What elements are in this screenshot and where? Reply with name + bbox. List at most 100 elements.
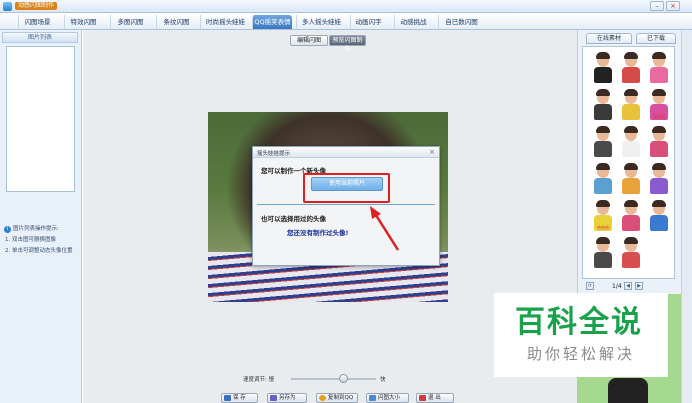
sticker-item[interactable]: 哈哈哈 (588, 199, 618, 234)
sticker-item[interactable] (616, 125, 646, 160)
bobblehead-dialog: 摇头娃娃提示 × 您可以制作一个新头像 使用当前照片 也可以选择用过的头像 您还… (252, 146, 440, 266)
sticker-hair (652, 163, 666, 170)
edit-mode-button[interactable]: 编辑闪图 (290, 35, 328, 46)
sticker-hair (596, 52, 610, 59)
sticker-body (622, 141, 640, 157)
sticker-hair (596, 200, 610, 207)
tab-bobblehead[interactable]: 时尚摇头娃娃 (200, 15, 250, 29)
image-list-header: 图片列表 (2, 32, 78, 43)
sticker-item[interactable] (616, 199, 646, 234)
sticker-body (622, 252, 640, 268)
sticker-item[interactable] (616, 51, 646, 86)
sticker-hair (596, 237, 610, 244)
corner-graphic (608, 378, 648, 403)
sticker-body (622, 215, 640, 231)
size-icon (369, 395, 376, 401)
copy-to-qq-button[interactable]: 复制到QQ (316, 393, 358, 403)
exit-icon (419, 395, 426, 401)
exit-label: 退 出 (428, 395, 441, 401)
highlight-box (303, 173, 390, 203)
sticker-item[interactable] (616, 88, 646, 123)
used-avatar-prompt: 也可以选择用过的头像 (261, 215, 326, 223)
sticker-hair (624, 89, 638, 96)
help-line: 2. 单击可调整动态头像位置 (5, 248, 73, 254)
tab-qq-emoji[interactable]: QQ摇笑表情 (252, 15, 292, 29)
sticker-hair (652, 126, 666, 133)
tab-custom[interactable]: 自已数闪图 (438, 15, 484, 29)
sticker-hair (596, 163, 610, 170)
page-indicator: 1/4 (612, 283, 622, 290)
next-page-button[interactable]: ▶ (635, 282, 643, 290)
sticker-hair (624, 200, 638, 207)
tab-multi[interactable]: 多图闪图 (110, 15, 150, 29)
refresh-icon[interactable]: ⟳ (586, 282, 594, 290)
sticker-item[interactable] (616, 236, 646, 271)
info-icon: i (4, 226, 11, 233)
sticker-item[interactable]: 萌萌哒 (644, 88, 674, 123)
sticker-hair (652, 200, 666, 207)
sticker-item[interactable] (588, 236, 618, 271)
sticker-hair (596, 89, 610, 96)
sticker-body (594, 141, 612, 157)
save-as-label: 另存为 (279, 395, 296, 401)
tab-effect[interactable]: 特效闪图 (64, 15, 102, 29)
sticker-item[interactable] (588, 162, 618, 197)
save-button[interactable]: 保 存 (221, 393, 258, 403)
sticker-item[interactable] (644, 125, 674, 160)
sticker-item[interactable] (588, 125, 618, 160)
gif-size-button[interactable]: 闪图大小 (366, 393, 409, 403)
close-button[interactable]: × (666, 1, 680, 11)
dialog-header: 摇头娃娃提示 × (253, 147, 439, 158)
sticker-body (594, 104, 612, 120)
dialog-title: 摇头娃娃提示 (257, 151, 291, 157)
prev-page-button[interactable]: ◀ (624, 282, 632, 290)
dialog-close-icon[interactable]: × (429, 148, 435, 156)
sticker-hair (596, 126, 610, 133)
sticker-caption: 萌萌哒 (653, 114, 665, 119)
sticker-item[interactable] (588, 88, 618, 123)
dialog-divider (257, 204, 435, 205)
sticker-body (594, 252, 612, 268)
title-bar: 动感闪图制作 – × (0, 0, 692, 13)
sticker-body (650, 215, 668, 231)
save-icon (224, 395, 231, 401)
app-title: 动感闪图制作 (15, 2, 58, 10)
help-title: 图片列表操作提示: (13, 226, 59, 232)
sticker-item[interactable] (588, 51, 618, 86)
tab-online-material[interactable]: 在线素材 (586, 33, 632, 44)
tab-downloaded[interactable]: 已下载 (636, 33, 676, 44)
image-list[interactable] (6, 46, 75, 192)
speed-fast-label: 快 (380, 377, 386, 383)
minimize-button[interactable]: – (650, 1, 664, 11)
sticker-item[interactable] (616, 162, 646, 197)
tab-stripe[interactable]: 条纹闪图 (156, 15, 196, 29)
sticker-body (594, 67, 612, 83)
tab-scene[interactable]: 闪图场景 (18, 15, 56, 29)
sticker-caption: 哈哈哈 (597, 225, 609, 230)
exit-button[interactable]: 退 出 (416, 393, 454, 403)
main-tab-bar: 闪图场景 特效闪图 多图闪图 条纹闪图 时尚摇头娃娃 QQ摇笑表情 多人摇头娃娃… (0, 14, 692, 30)
tab-animated-text[interactable]: 动画闪字 (350, 15, 386, 29)
scrollbar[interactable] (681, 30, 692, 403)
sticker-item[interactable] (644, 199, 674, 234)
sticker-body (650, 178, 668, 194)
sticker-gallery: 萌萌哒哈哈哈 (582, 46, 675, 279)
qq-icon (319, 395, 326, 401)
watermark-title: 百科全说 (515, 305, 643, 340)
speed-slider-track[interactable] (291, 378, 376, 380)
speed-slider-thumb[interactable] (339, 374, 348, 383)
sticker-item[interactable] (644, 51, 674, 86)
tab-multi-bobblehead[interactable]: 多人摇头娃娃 (296, 15, 346, 29)
speed-label: 速度调节: 慢 (243, 377, 275, 383)
save-as-button[interactable]: 另存为 (267, 393, 307, 403)
sticker-item[interactable] (644, 162, 674, 197)
sticker-hair (624, 237, 638, 244)
preview-mode-button[interactable]: 预览闪图制作 (329, 35, 366, 53)
sticker-body (650, 67, 668, 83)
help-line: 1. 双击图可删换图像 (5, 237, 56, 243)
sticker-body (622, 67, 640, 83)
sticker-body (594, 178, 612, 194)
sticker-body (650, 141, 668, 157)
save-label: 保 存 (233, 395, 246, 401)
tab-challenge[interactable]: 动感挑战 (394, 15, 432, 29)
